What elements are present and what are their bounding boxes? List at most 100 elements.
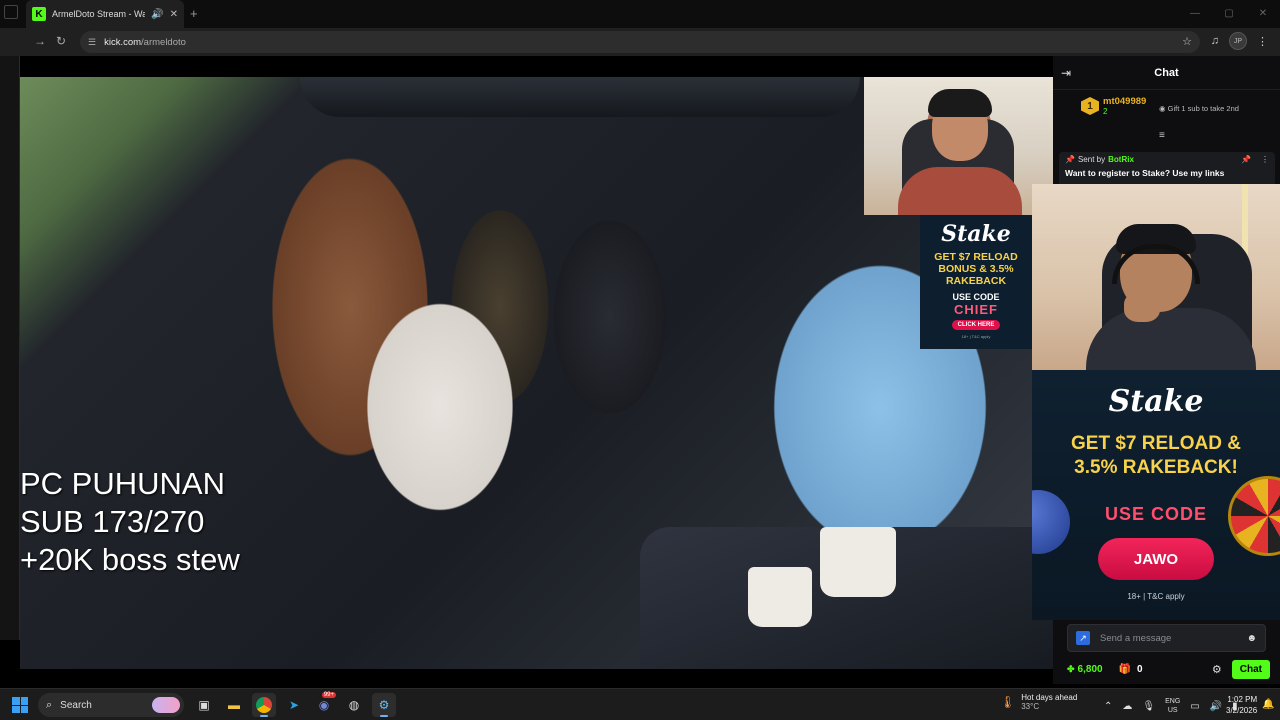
chrome-icon[interactable] (252, 693, 276, 717)
file-explorer-icon[interactable]: ▬ (222, 693, 246, 717)
chat-footer: ✤ 6,800 🎁 0 ⚙ Chat (1067, 658, 1270, 680)
clock[interactable]: 1:02 PM 3/2/2026 (1226, 694, 1257, 716)
pinned-sender: 📌 Sent by BotRix (1065, 155, 1269, 164)
ad-code: CHIEF (954, 302, 998, 317)
webcam-hand (1124, 292, 1160, 322)
url-path: /armeldoto (141, 36, 186, 48)
chat-message-box[interactable]: ↗ ☻ (1067, 624, 1266, 652)
ad-promo-line: GET $7 RELOAD & (1071, 433, 1241, 454)
top-gifter[interactable]: 1 mt049989 2 (1081, 96, 1146, 116)
language-indicator[interactable]: ENG US (1165, 697, 1180, 715)
forward-arrow-icon[interactable]: → (34, 34, 46, 48)
steam-icon[interactable]: ⚙ (372, 693, 396, 717)
reload-icon[interactable]: ↻ (56, 34, 66, 48)
rank-badge: 1 (1081, 97, 1099, 115)
stake-ad-large[interactable]: Stake GET $7 RELOAD & 3.5% RAKEBACK! USE… (1032, 370, 1280, 620)
video-cup (820, 527, 896, 597)
ad-click-here-button[interactable]: CLICK HERE (951, 320, 1001, 330)
discord-icon[interactable]: ◉ 99+ (312, 692, 336, 717)
tab-active[interactable]: K ArmelDoto Stream - Watch 🔊 ✕ (26, 0, 184, 28)
clock-date: 3/2/2026 (1226, 706, 1258, 715)
tab-actions-icon[interactable] (4, 5, 18, 19)
app-icon[interactable]: ◍ (342, 693, 366, 717)
ad-code-label: USE CODE (1104, 504, 1208, 524)
minimize-icon[interactable]: — (1178, 0, 1212, 28)
system-tray: ⌃ ☁ 🎙 ENG US ▭ 🔊 ▮ (1104, 697, 1238, 715)
tab-title: ArmelDoto Stream - Watch (52, 9, 146, 19)
maximize-icon[interactable]: ▢ (1212, 0, 1246, 28)
notification-bell-icon[interactable]: 🔔 (1262, 699, 1274, 710)
browser-toolbar: → ↻ ☰ kick.com/armeldoto ☆ ♫ JP ⋮ (0, 28, 1280, 56)
volume-icon[interactable]: 🔊 (1210, 701, 1222, 712)
chevron-up-icon[interactable]: ⌃ (1104, 701, 1112, 712)
overlay-line: +20K boss stew (20, 542, 240, 577)
commands-icon[interactable]: ↗ (1076, 631, 1090, 645)
emoji-icon[interactable]: ☻ (1246, 633, 1257, 644)
points-value: 6,800 (1077, 663, 1103, 675)
points-icon: ✤ (1067, 663, 1075, 674)
bookmark-star-icon[interactable]: ☆ (1182, 35, 1192, 48)
channel-points[interactable]: ✤ 6,800 (1067, 664, 1103, 675)
weather-temp: 33°C (1021, 702, 1040, 711)
sidebar-collapsed (0, 56, 20, 640)
chat-send-button[interactable]: Chat (1231, 659, 1270, 679)
stake-logo: Stake (941, 221, 1011, 247)
profile-avatar[interactable]: JP (1229, 32, 1247, 50)
display-icon[interactable]: ▭ (1190, 701, 1199, 712)
webcam-hair (928, 89, 992, 117)
streamer-webcam-right (1032, 184, 1280, 370)
close-icon[interactable]: ✕ (170, 9, 178, 20)
ad-fine-print: 18+ | T&C apply (961, 334, 991, 339)
site-info-icon[interactable]: ☰ (88, 37, 96, 48)
gear-icon[interactable]: ⚙ (1212, 663, 1222, 676)
overlay-line: PC PUHUNAN (20, 466, 225, 501)
speaker-icon[interactable]: 🔊 (151, 9, 163, 20)
cloud-icon[interactable]: ☁ (1122, 701, 1132, 712)
search-label: Search (60, 699, 92, 711)
media-controls-icon[interactable]: ♫ (1211, 35, 1219, 47)
notification-badge: 99+ (321, 692, 336, 698)
address-bar[interactable]: ☰ kick.com/armeldoto ☆ (80, 31, 1200, 53)
video-car-roof (300, 77, 860, 117)
more-options-icon[interactable]: ⋮ (1261, 155, 1269, 164)
windows-start-icon[interactable] (12, 697, 28, 713)
url-text: kick.com/armeldoto (104, 37, 186, 48)
stake-ad-small[interactable]: Stake GET $7 RELOAD BONUS & 3.5% RAKEBAC… (920, 215, 1032, 349)
overlay-line: SUB 173/270 (20, 504, 205, 539)
window-close-icon[interactable]: ✕ (1246, 0, 1280, 28)
windows-taskbar: ⌕ Search ▣ ▬ ➤ ◉ 99+ ◍ ⚙ 🌡 Hot days ahead… (0, 688, 1280, 720)
gift-counter[interactable]: 🎁 0 (1119, 664, 1143, 675)
gifter-count: 2 (1103, 107, 1108, 116)
ad-fine-print: 18+ | T&C apply (1127, 592, 1185, 601)
collapse-chat-icon[interactable]: ⇥ (1061, 66, 1071, 80)
gift-count-value: 0 (1137, 663, 1143, 675)
weather-widget[interactable]: 🌡 Hot days ahead 33°C (1000, 693, 1077, 711)
menu-kebab-icon[interactable]: ⋮ (1257, 35, 1268, 48)
microphone-icon[interactable]: 🎙 (1142, 701, 1155, 712)
scroll-to-latest-icon[interactable]: ≡ (1159, 130, 1165, 141)
new-tab-plus-icon[interactable]: + (190, 6, 198, 21)
pin-icon[interactable]: 📌 (1241, 155, 1251, 164)
task-view-icon[interactable]: ▣ (192, 693, 216, 717)
telegram-icon[interactable]: ➤ (282, 693, 306, 717)
stake-logo: Stake (1108, 384, 1204, 419)
video-cup (748, 567, 812, 627)
gift-hint-text: Gift 1 sub to take 2nd (1167, 104, 1239, 113)
chat-header: ⇥ Chat (1053, 56, 1280, 90)
window-controls: — ▢ ✕ (1178, 0, 1280, 28)
chat-input[interactable] (1100, 632, 1237, 644)
weather-title: Hot days ahead (1021, 693, 1078, 702)
pinned-text: Want to register to Stake? Use my links (1065, 168, 1225, 178)
pinned-message[interactable]: 📌 Sent by BotRix Want to register to Sta… (1059, 152, 1275, 186)
toolbar-right: ♫ JP ⋮ (1211, 32, 1268, 50)
ad-promo-text: GET $7 RELOAD BONUS & 3.5% RAKEBACK (934, 251, 1018, 287)
search-highlight-icon (152, 697, 180, 713)
kick-favicon-icon: K (32, 7, 46, 21)
sent-by-label: Sent by (1077, 155, 1106, 164)
thermometer-icon: 🌡 (1000, 695, 1016, 709)
chat-title: Chat (1154, 66, 1179, 79)
webcam-shirt (898, 167, 1022, 215)
taskbar-search[interactable]: ⌕ Search (38, 693, 184, 717)
pinned-sender-name[interactable]: BotRix (1108, 155, 1134, 164)
ad-code-button[interactable]: JAWO (1098, 538, 1214, 580)
